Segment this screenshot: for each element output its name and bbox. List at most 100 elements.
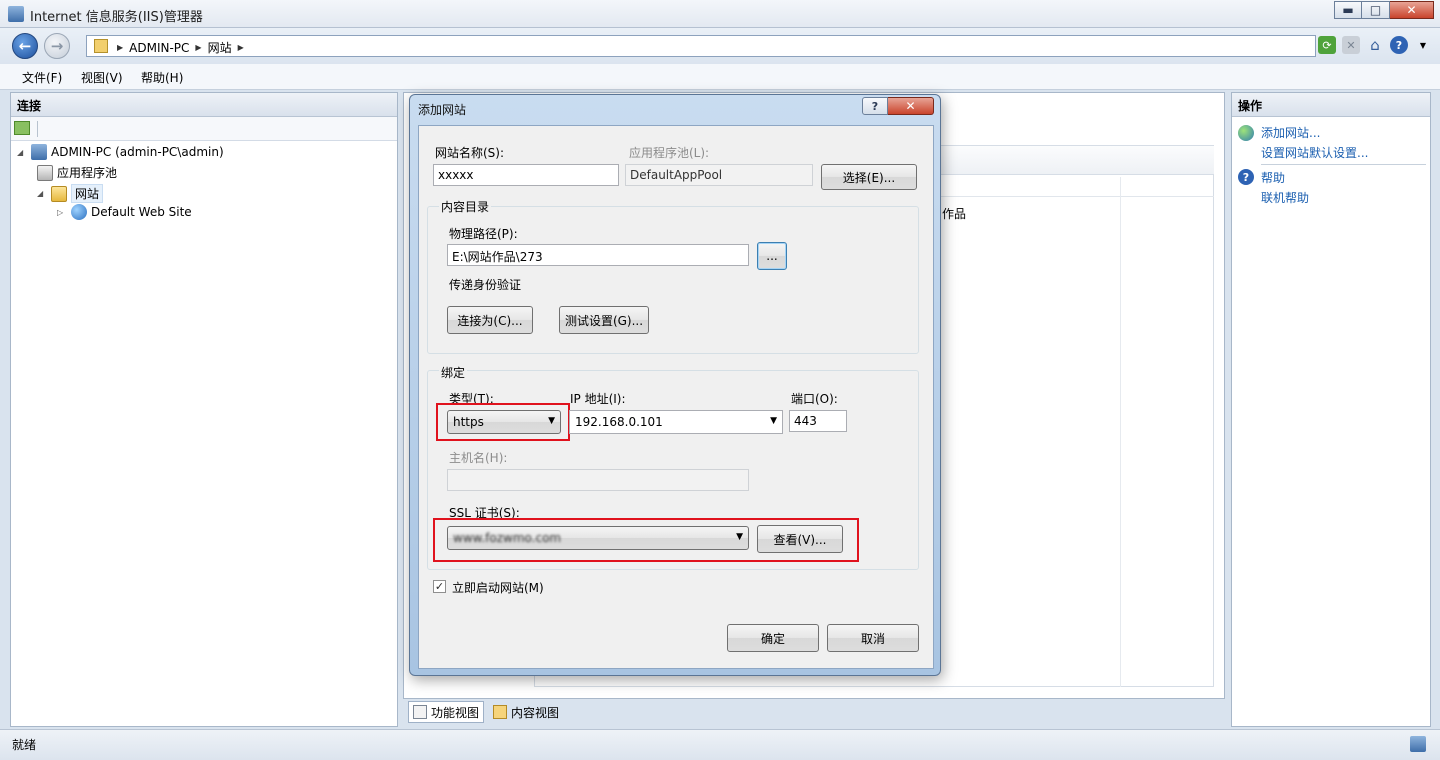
navigation-bar: ← → ▶ ADMIN-PC ▶ 网站 ▶ ⟳ ✕ ⌂ ? ▼ xyxy=(0,28,1440,64)
site-name-input[interactable]: xxxxx xyxy=(433,164,619,186)
ip-address-label: IP 地址(I): xyxy=(570,392,626,406)
collapse-arrow-icon[interactable]: ◢ xyxy=(17,148,27,157)
hostname-label: 主机名(H): xyxy=(449,451,508,465)
tree-node-default-site-label: Default Web Site xyxy=(91,205,192,219)
list-column-header[interactable] xyxy=(924,145,1214,175)
address-bar[interactable]: ▶ ADMIN-PC ▶ 网站 ▶ xyxy=(86,35,1316,57)
breadcrumb-separator[interactable]: ▶ xyxy=(195,43,201,52)
toolbar-divider xyxy=(37,121,38,137)
actions-panel: 操作 添加网站... 设置网站默认设置... ? 帮助 联机帮助 xyxy=(1231,92,1431,727)
hostname-input xyxy=(447,469,749,491)
add-site-link[interactable]: 添加网站... xyxy=(1261,124,1320,141)
column-divider xyxy=(1120,177,1121,687)
ip-address-select[interactable]: 192.168.0.101 ▼ xyxy=(569,410,783,434)
help-link[interactable]: 帮助 xyxy=(1261,169,1285,186)
home-icon[interactable]: ⌂ xyxy=(1366,36,1384,54)
tree-node-app-pools-label: 应用程序池 xyxy=(57,166,118,180)
minimize-button[interactable]: ▬ xyxy=(1334,1,1362,19)
tree-node-app-pools[interactable]: 应用程序池 xyxy=(37,164,117,181)
ok-button[interactable]: 确定 xyxy=(727,624,819,652)
pass-through-auth-label: 传递身份验证 xyxy=(449,278,522,292)
port-input[interactable]: 443 xyxy=(789,410,847,432)
tab-content-view[interactable]: 内容视图 xyxy=(488,701,564,723)
connections-panel: 连接 ◢ ADMIN-PC (admin-PC\admin) 应用程序池 ◢ 网… xyxy=(10,92,398,727)
actions-header: 操作 xyxy=(1232,93,1430,117)
back-button[interactable]: ← xyxy=(12,33,38,59)
breadcrumb: ▶ ADMIN-PC ▶ 网站 ▶ xyxy=(117,39,244,56)
tab-features-view[interactable]: 功能视图 xyxy=(408,701,485,723)
dialog-help-button[interactable]: ? xyxy=(862,97,888,115)
close-button[interactable]: ✕ xyxy=(1390,1,1434,19)
breadcrumb-separator[interactable]: ▶ xyxy=(238,43,244,52)
list-row[interactable] xyxy=(924,177,1214,197)
address-toolbar: ⟳ ✕ ⌂ ? ▼ xyxy=(1318,36,1432,54)
folder-icon xyxy=(94,39,108,53)
test-settings-button[interactable]: 测试设置(G)... xyxy=(559,306,649,334)
add-website-dialog: 添加网站 ? ✕ 网站名称(S): xxxxx 应用程序池(L): Defaul… xyxy=(409,94,941,676)
browse-path-button[interactable]: ... xyxy=(757,242,787,270)
menu-view[interactable]: 视图(V) xyxy=(81,69,123,86)
content-directory-title: 内容目录 xyxy=(439,198,492,215)
expand-arrow-icon[interactable]: ▷ xyxy=(57,208,67,217)
iis-app-icon xyxy=(8,6,24,22)
app-pool-field: DefaultAppPool xyxy=(625,164,813,186)
forward-button[interactable]: → xyxy=(44,33,70,59)
breadcrumb-sites[interactable]: 网站 xyxy=(208,39,232,56)
content-view-icon xyxy=(493,705,508,719)
help-icon: ? xyxy=(1238,169,1254,185)
start-page-icon[interactable] xyxy=(14,121,30,135)
status-bar: 就绪 xyxy=(0,729,1440,760)
breadcrumb-separator[interactable]: ▶ xyxy=(117,43,123,52)
refresh-icon[interactable]: ⟳ xyxy=(1318,36,1336,54)
help-icon[interactable]: ? xyxy=(1390,36,1408,54)
app-pool-label: 应用程序池(L): xyxy=(629,146,710,160)
connections-header: 连接 xyxy=(11,93,397,117)
view-tabs: 功能视图 内容视图 xyxy=(408,701,564,723)
maximize-button[interactable]: □ xyxy=(1362,1,1390,19)
tree-node-sites-label: 网站 xyxy=(71,184,104,203)
ip-address-value: 192.168.0.101 xyxy=(575,415,663,429)
tab-content-view-label: 内容视图 xyxy=(511,705,560,720)
menu-file[interactable]: 文件(F) xyxy=(22,69,62,86)
server-icon xyxy=(31,144,47,160)
dialog-body: 网站名称(S): xxxxx 应用程序池(L): DefaultAppPool … xyxy=(418,125,934,669)
binding-title: 绑定 xyxy=(439,364,468,381)
tree-node-sites[interactable]: ◢ 网站 xyxy=(37,184,104,203)
list-cell-path: 作品 xyxy=(942,207,967,221)
highlight-box-type xyxy=(436,403,570,441)
dialog-controls: ? ✕ xyxy=(862,97,934,115)
chevron-down-icon[interactable]: ▼ xyxy=(1414,36,1432,54)
tree-node-server[interactable]: ◢ ADMIN-PC (admin-PC\admin) xyxy=(17,144,224,160)
physical-path-input[interactable]: E:\网站作品\273 xyxy=(447,244,749,266)
tab-features-view-label: 功能视图 xyxy=(431,705,480,720)
highlight-box-ssl xyxy=(433,518,859,562)
tree-node-default-site[interactable]: ▷ Default Web Site xyxy=(57,204,192,220)
chevron-down-icon: ▼ xyxy=(770,416,777,426)
add-site-icon xyxy=(1238,125,1254,141)
breadcrumb-admin-pc[interactable]: ADMIN-PC xyxy=(129,41,189,55)
dialog-title: 添加网站 xyxy=(418,103,467,117)
online-help-link[interactable]: 联机帮助 xyxy=(1261,189,1309,206)
port-label: 端口(O): xyxy=(791,392,838,406)
connect-as-button[interactable]: 连接为(C)... xyxy=(447,306,533,334)
dialog-close-button[interactable]: ✕ xyxy=(888,97,934,115)
connections-toolbar xyxy=(11,117,397,141)
menu-help[interactable]: 帮助(H) xyxy=(141,69,183,86)
cancel-button[interactable]: 取消 xyxy=(827,624,919,652)
stop-icon[interactable]: ✕ xyxy=(1342,36,1360,54)
sites-folder-icon xyxy=(51,185,67,202)
features-view-icon xyxy=(413,705,427,719)
title-bar: Internet 信息服务(IIS)管理器 ▬ □ ✕ xyxy=(0,0,1440,28)
app-pool-icon xyxy=(37,164,53,181)
tree-node-server-label: ADMIN-PC (admin-PC\admin) xyxy=(51,145,224,159)
start-site-label: 立即启动网站(M) xyxy=(452,581,544,595)
collapse-arrow-icon[interactable]: ◢ xyxy=(37,189,47,198)
globe-icon xyxy=(71,204,87,220)
site-name-label: 网站名称(S): xyxy=(435,146,505,160)
site-defaults-link[interactable]: 设置网站默认设置... xyxy=(1261,144,1368,161)
select-app-pool-button[interactable]: 选择(E)... xyxy=(821,164,917,190)
actions-divider xyxy=(1261,164,1426,165)
start-site-checkbox[interactable]: ✓ xyxy=(433,580,446,593)
menu-bar: 文件(F) 视图(V) 帮助(H) xyxy=(0,64,1440,90)
physical-path-label: 物理路径(P): xyxy=(449,227,518,241)
